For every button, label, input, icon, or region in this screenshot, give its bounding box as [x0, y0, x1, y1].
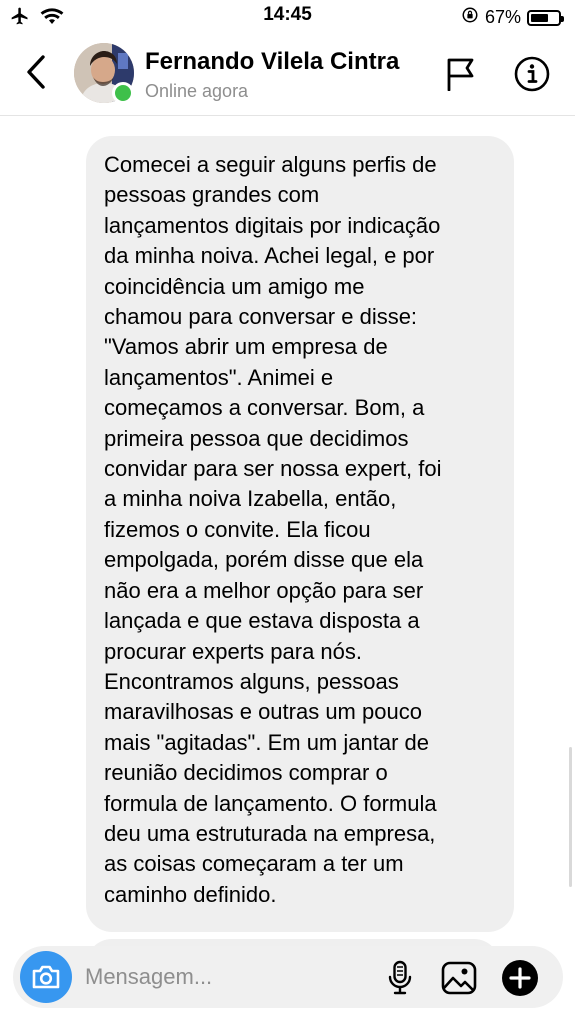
- battery-fill: [531, 13, 548, 22]
- camera-button[interactable]: [20, 951, 72, 1003]
- gallery-icon: [441, 961, 477, 995]
- more-actions-button[interactable]: [501, 959, 539, 997]
- flag-button[interactable]: [442, 54, 478, 94]
- message-composer: [13, 946, 563, 1008]
- message-thread[interactable]: Comecei a seguir alguns perfis de pessoa…: [0, 117, 575, 947]
- info-icon: [514, 56, 550, 92]
- microphone-button[interactable]: [384, 959, 416, 997]
- message-text: Comecei a seguir alguns perfis de pessoa…: [104, 152, 442, 907]
- battery-icon: [527, 9, 564, 26]
- status-bar: 14:45 67%: [0, 0, 575, 34]
- flag-icon: [447, 58, 474, 91]
- chat-header: Fernando Vilela Cintra Online agora: [0, 34, 575, 116]
- message-bubble[interactable]: Comecei a seguir alguns perfis de pessoa…: [86, 136, 514, 933]
- back-button[interactable]: [18, 52, 54, 92]
- camera-icon: [32, 965, 60, 989]
- plus-icon: [502, 960, 538, 996]
- online-status-dot: [112, 82, 134, 104]
- status-right-icons: 67%: [461, 6, 564, 29]
- contact-name[interactable]: Fernando Vilela Cintra: [145, 48, 399, 76]
- battery-percent: 67%: [484, 7, 521, 27]
- back-chevron-icon: [27, 55, 45, 89]
- orientation-lock-icon: [461, 6, 479, 29]
- message-input[interactable]: [85, 960, 375, 994]
- info-button[interactable]: [512, 54, 552, 94]
- contact-status: Online agora: [145, 81, 249, 101]
- scrollbar[interactable]: [569, 747, 572, 887]
- microphone-icon: [388, 960, 412, 995]
- gallery-button[interactable]: [439, 958, 479, 998]
